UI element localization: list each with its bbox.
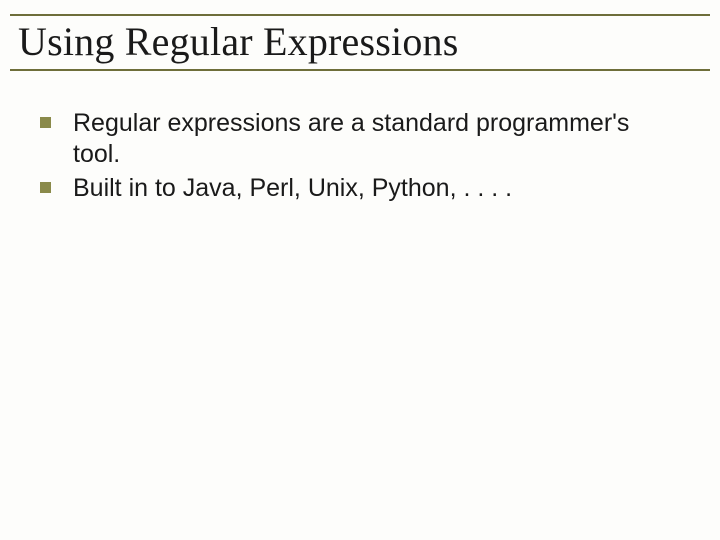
- bullet-text: Regular expressions are a standard progr…: [73, 108, 680, 171]
- title-rule-top: [10, 14, 710, 16]
- list-item: Built in to Java, Perl, Unix, Python, . …: [40, 173, 680, 204]
- square-bullet-icon: [40, 182, 51, 193]
- slide: Using Regular Expressions Regular expres…: [0, 0, 720, 540]
- bullet-text: Built in to Java, Perl, Unix, Python, . …: [73, 173, 680, 204]
- title-rule-bottom: [10, 69, 710, 71]
- slide-body: Regular expressions are a standard progr…: [40, 108, 680, 206]
- list-item: Regular expressions are a standard progr…: [40, 108, 680, 171]
- slide-title: Using Regular Expressions: [14, 18, 463, 65]
- square-bullet-icon: [40, 117, 51, 128]
